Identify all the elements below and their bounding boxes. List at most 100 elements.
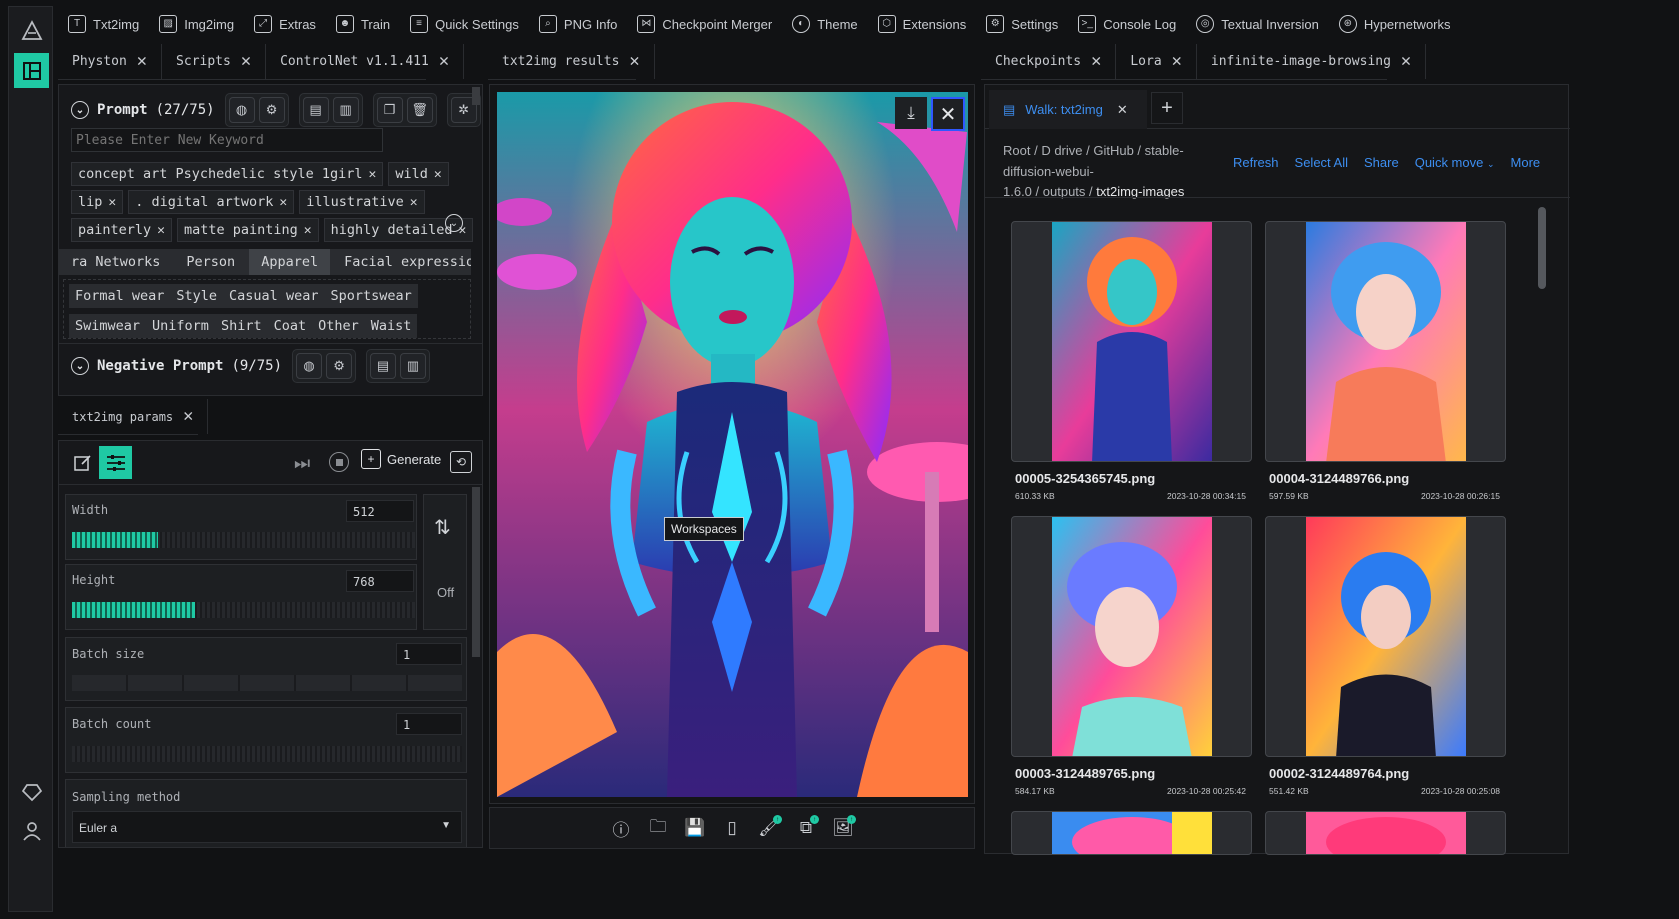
close-icon[interactable]: ✕ xyxy=(410,195,418,210)
close-icon[interactable]: ✕ xyxy=(368,167,376,182)
tag-icon[interactable] xyxy=(14,774,49,809)
prompt-chip[interactable]: . digital artwork ✕ xyxy=(128,190,295,214)
tab-lora[interactable]: Lora ✕ xyxy=(1116,44,1197,79)
nav-console-log[interactable]: >_ Console Log xyxy=(1070,9,1184,39)
subcat-item[interactable]: Waist xyxy=(364,314,418,338)
batch-count-value[interactable]: 1 xyxy=(396,713,462,735)
width-slider[interactable] xyxy=(72,532,415,548)
globe-icon[interactable]: ◍ xyxy=(228,97,255,123)
nav-img2img[interactable]: ▨ Img2img xyxy=(151,9,242,39)
nav-extras[interactable]: ⤢ Extras xyxy=(246,9,324,39)
send-to-inpaint-icon[interactable]: 🖌 ↑ xyxy=(756,815,782,841)
bookmark-icon[interactable]: ▥ xyxy=(400,353,427,379)
nav-txt2img[interactable]: T Txt2img xyxy=(60,9,147,39)
thumbnail-card[interactable] xyxy=(1011,516,1252,757)
chevron-down-icon[interactable]: ⌄ xyxy=(71,357,89,375)
close-icon[interactable]: ✕ xyxy=(1172,53,1182,70)
prompt-chip[interactable]: illustrative ✕ xyxy=(299,190,425,214)
category-facial-expression[interactable]: Facial expression and xyxy=(332,249,471,275)
prompt-chip[interactable]: lip ✕ xyxy=(71,190,124,214)
logo-icon[interactable] xyxy=(14,13,49,48)
tab-controlnet[interactable]: ControlNet v1.1.411 ✕ xyxy=(266,44,465,79)
subcat-item[interactable]: Other xyxy=(312,314,365,338)
history-icon[interactable]: ▤ xyxy=(302,97,329,123)
close-icon[interactable]: ✕ xyxy=(1091,53,1101,70)
select-all-link[interactable]: Select All xyxy=(1295,155,1348,170)
tab-walk-txt2img[interactable]: ▤ Walk: txt2img ✕ xyxy=(989,90,1147,129)
add-tab-icon[interactable]: + xyxy=(1151,92,1183,124)
prompt-scrollbar[interactable] xyxy=(472,87,480,105)
tab-physton[interactable]: Physton ✕ xyxy=(58,44,163,79)
result-image[interactable] xyxy=(497,92,968,797)
save-icon[interactable]: 💾 xyxy=(682,815,708,841)
more-link[interactable]: More xyxy=(1511,155,1541,170)
folder-icon[interactable]: 🗀 xyxy=(645,815,671,841)
refresh-link[interactable]: Refresh xyxy=(1233,155,1279,170)
chevron-down-icon[interactable]: ⌄ xyxy=(71,101,89,119)
crumb-diffusion-webui[interactable]: diffusion-webui- xyxy=(1003,164,1094,179)
gear-icon[interactable]: ⚙ xyxy=(258,97,285,123)
height-slider[interactable] xyxy=(72,602,415,618)
history-icon[interactable]: ▤ xyxy=(370,353,397,379)
close-icon[interactable]: ✕ xyxy=(629,53,639,70)
subcat-item[interactable]: Swimwear xyxy=(69,314,147,338)
crumb-stable[interactable]: stable- xyxy=(1145,143,1184,158)
stop-icon[interactable] xyxy=(329,452,349,472)
crumb-d-drive[interactable]: D drive xyxy=(1041,143,1082,158)
close-icon[interactable]: ✕ xyxy=(439,53,449,70)
close-icon[interactable]: ✕ xyxy=(241,53,251,70)
category-person[interactable]: Person xyxy=(174,249,248,275)
zip-icon[interactable]: ▯ xyxy=(719,815,745,841)
tab-checkpoints[interactable]: Checkpoints ✕ xyxy=(981,44,1117,79)
thumbnail-card[interactable] xyxy=(1011,221,1252,462)
bookmark-icon[interactable]: ▥ xyxy=(332,97,359,123)
nav-train[interactable]: ☻ Train xyxy=(328,9,398,39)
crumb-root[interactable]: Root xyxy=(1003,143,1030,158)
subcat-item[interactable]: Sportswear xyxy=(324,284,418,308)
subcat-item[interactable]: Style xyxy=(170,284,224,308)
globe-icon[interactable]: ◍ xyxy=(296,353,323,379)
nav-settings[interactable]: ⚙ Settings xyxy=(978,9,1066,39)
batch-count-slider[interactable] xyxy=(72,746,462,762)
thumbnail-card[interactable] xyxy=(1265,221,1506,462)
gear-icon[interactable]: ⚙ xyxy=(326,353,353,379)
batch-size-slider[interactable] xyxy=(72,675,462,691)
close-icon[interactable]: ✕ xyxy=(108,195,116,210)
close-icon[interactable]: ✕ xyxy=(137,53,147,70)
workspaces-icon[interactable] xyxy=(14,53,49,88)
nav-quick-settings[interactable]: ≡ Quick Settings xyxy=(402,9,527,39)
width-value[interactable]: 512 xyxy=(346,500,414,522)
close-icon[interactable]: ✕ xyxy=(183,408,193,425)
tab-scripts[interactable]: Scripts ✕ xyxy=(162,44,267,79)
close-icon[interactable]: ✕ xyxy=(304,223,312,238)
generate-button[interactable]: + Generate xyxy=(361,449,441,469)
sampling-method-select[interactable]: Euler a ▼ xyxy=(72,811,462,843)
skip-icon[interactable]: ⏭ xyxy=(294,453,310,474)
send-to-img2img-icon[interactable]: 🖼 ↑ xyxy=(830,815,856,841)
expand-circle-icon[interactable]: ⌄ xyxy=(445,214,463,232)
subcat-item[interactable]: Shirt xyxy=(214,314,268,338)
copy-icon[interactable]: ❐ xyxy=(376,97,403,123)
quick-move-link[interactable]: Quick move ⌄ xyxy=(1415,155,1495,170)
close-icon[interactable]: ✕ xyxy=(157,223,165,238)
send-to-extras-icon[interactable]: ⧉ ↑ xyxy=(793,815,819,841)
subcat-item[interactable]: Formal wear xyxy=(69,284,171,308)
nav-hypernetworks[interactable]: ⊛ Hypernetworks xyxy=(1331,9,1459,39)
nav-theme[interactable]: ◐ Theme xyxy=(784,9,865,39)
trash-icon[interactable]: 🗑 xyxy=(406,97,433,123)
height-value[interactable]: 768 xyxy=(346,570,414,592)
edit-icon[interactable] xyxy=(71,451,95,475)
sliders-icon[interactable] xyxy=(99,446,132,479)
thumbnail-card[interactable] xyxy=(1265,516,1506,757)
tab-txt2img-results[interactable]: txt2img results ✕ xyxy=(488,44,655,79)
keyword-input[interactable] xyxy=(71,128,383,152)
subcat-item[interactable]: Uniform xyxy=(146,314,215,338)
params-scrollbar[interactable] xyxy=(472,487,480,657)
loop-icon[interactable]: ⟲ xyxy=(450,451,472,473)
nav-textual-inversion[interactable]: ◎ Textual Inversion xyxy=(1188,9,1327,39)
info-icon[interactable]: ⓘ xyxy=(608,815,634,841)
download-icon[interactable]: ⤓ xyxy=(895,97,927,129)
users-icon[interactable] xyxy=(14,813,49,848)
thumbnail-card[interactable] xyxy=(1011,811,1252,855)
tab-infinite-image-browsing[interactable]: infinite-image-browsing ✕ xyxy=(1197,44,1427,79)
